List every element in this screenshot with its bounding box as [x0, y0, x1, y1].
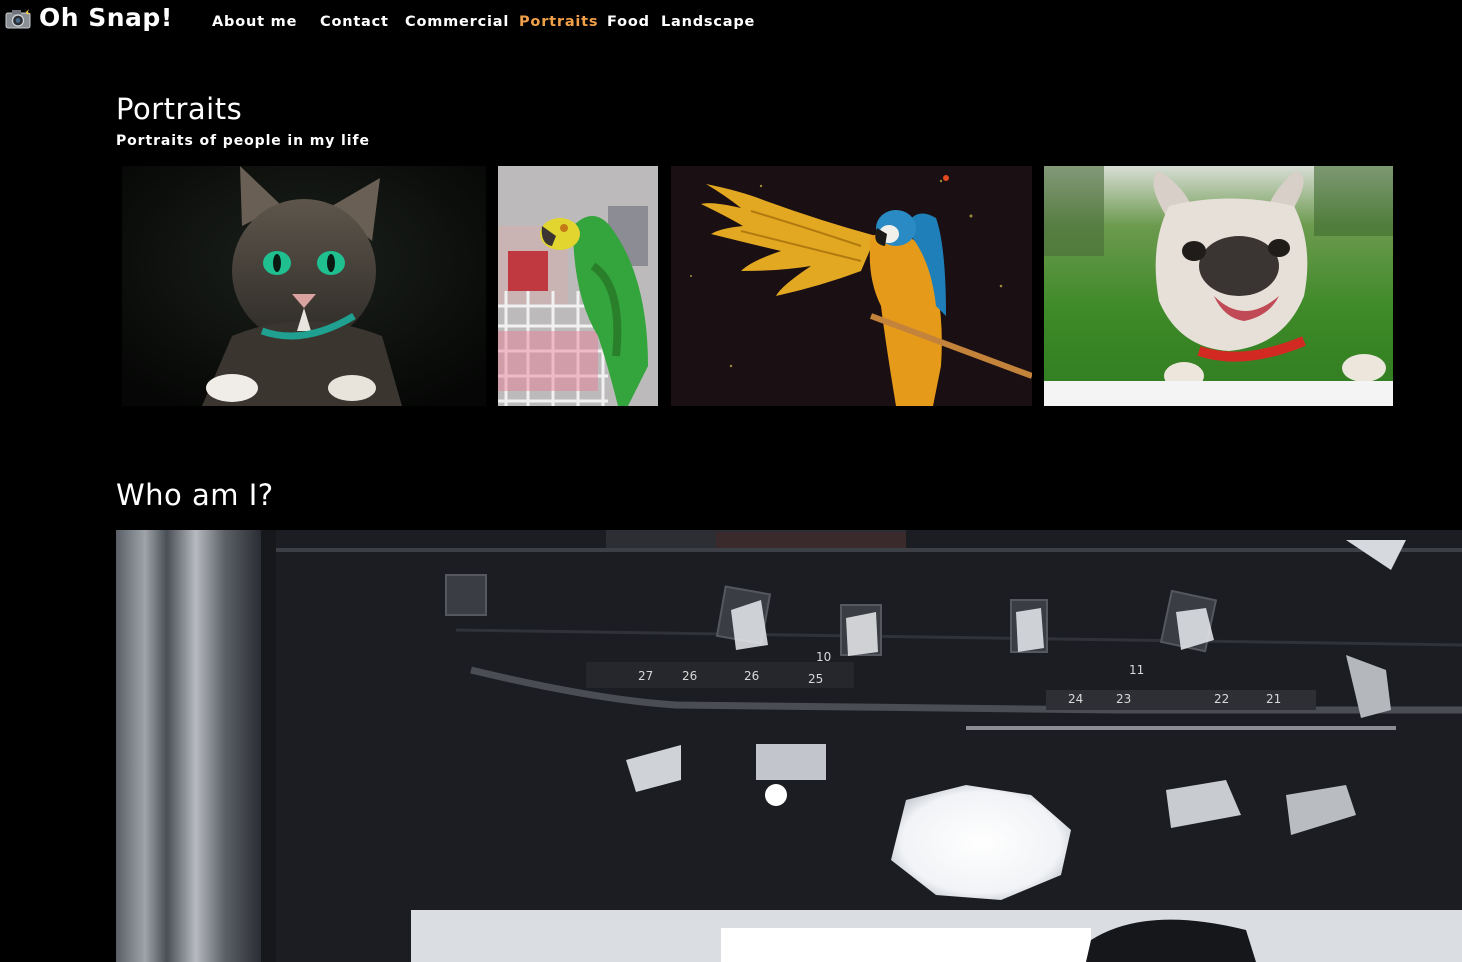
nav-portraits[interactable]: Portraits [519, 14, 598, 30]
camera-icon [5, 7, 31, 28]
nav-food[interactable]: Food [607, 14, 650, 30]
photo-green-parrot[interactable] [498, 166, 658, 406]
svg-text:26: 26 [682, 669, 697, 683]
svg-text:26: 26 [744, 669, 759, 683]
svg-text:11: 11 [1129, 663, 1144, 677]
svg-text:24: 24 [1068, 692, 1083, 706]
portraits-subtitle: Portraits of people in my life [116, 133, 370, 149]
site-header: Oh Snap! About me Contact Commercial Por… [0, 0, 1462, 48]
nav-commercial[interactable]: Commercial [405, 14, 509, 30]
nav-contact[interactable]: Contact [320, 14, 389, 30]
about-title: Who am I? [116, 478, 274, 512]
photo-cat[interactable] [122, 166, 486, 406]
svg-text:27: 27 [638, 669, 653, 683]
svg-text:25: 25 [808, 672, 823, 686]
photo-bulldog[interactable] [1044, 166, 1393, 406]
svg-text:22: 22 [1214, 692, 1229, 706]
studio-hero-photo: 27 26 26 10 25 11 24 23 22 21 [116, 530, 1462, 962]
portraits-title: Portraits [116, 92, 243, 126]
svg-text:23: 23 [1116, 692, 1131, 706]
nav-about-me[interactable]: About me [212, 14, 297, 30]
svg-text:21: 21 [1266, 692, 1281, 706]
nav-landscape[interactable]: Landscape [661, 14, 755, 30]
svg-text:10: 10 [816, 650, 831, 664]
brand-name: Oh Snap! [39, 3, 173, 32]
photo-macaw[interactable] [671, 166, 1032, 406]
logo[interactable]: Oh Snap! [4, 3, 173, 32]
